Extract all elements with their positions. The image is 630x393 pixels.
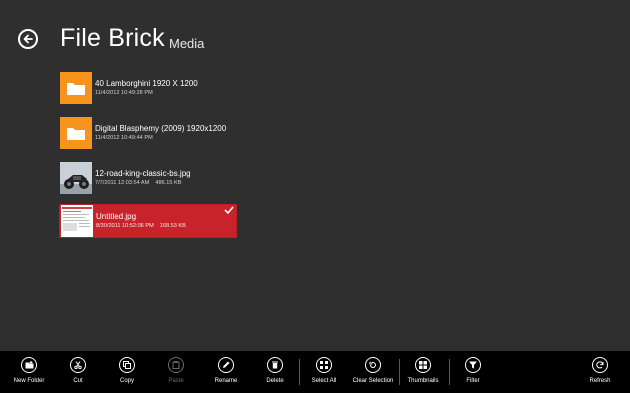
- file-name: 40 Lamborghini 1920 X 1200: [95, 78, 198, 88]
- filter-button[interactable]: Filter: [461, 351, 485, 393]
- motorcycle-thumbnail: [60, 162, 92, 194]
- app-bar-separator: [299, 359, 300, 385]
- cut-label: Cut: [73, 378, 83, 384]
- folder-icon: [60, 72, 92, 104]
- folder-icon: [60, 117, 92, 149]
- thumbnails-icon: [415, 357, 431, 373]
- new-folder-icon: [21, 357, 37, 373]
- file-size: 168.53 KB: [159, 222, 186, 229]
- app-bar: New Folder Cut Copy Paste Rename Delete: [0, 351, 630, 393]
- filter-icon: [465, 357, 481, 373]
- checkmark-icon: [224, 206, 234, 214]
- new-folder-button[interactable]: New Folder: [12, 351, 46, 393]
- scissors-icon: [70, 357, 86, 373]
- file-item-folder[interactable]: 40 Lamborghini 1920 X 1200 11/4/2012 10:…: [60, 72, 236, 104]
- app-title: File Brick: [60, 24, 165, 52]
- document-thumbnail: [61, 205, 93, 237]
- thumbnails-label: Thumbnails: [407, 378, 439, 384]
- app-bar-separator: [449, 359, 450, 385]
- thumbnails-button[interactable]: Thumbnails: [407, 351, 439, 393]
- pencil-icon: [218, 357, 234, 373]
- refresh-button[interactable]: Refresh: [586, 351, 614, 393]
- rename-button[interactable]: Rename: [212, 351, 240, 393]
- paste-label: Paste: [168, 378, 184, 384]
- filter-label: Filter: [466, 378, 480, 384]
- cut-button[interactable]: Cut: [66, 351, 90, 393]
- back-button[interactable]: [18, 29, 38, 49]
- paste-icon: [168, 357, 184, 373]
- delete-label: Delete: [266, 378, 284, 384]
- clear-selection-icon: [365, 357, 381, 373]
- file-date: 8/30/2011 10:52:06 PM: [96, 222, 154, 229]
- new-folder-label: New Folder: [13, 378, 45, 384]
- file-date: 7/7/2011 12:03:54 AM: [95, 179, 150, 186]
- select-all-label: Select All: [311, 378, 337, 384]
- copy-button[interactable]: Copy: [115, 351, 139, 393]
- file-date: 11/4/2012 10:49:28 PM: [95, 89, 153, 96]
- file-name: 12-road-king-classic-bs.jpg: [95, 168, 191, 178]
- arrow-left-icon: [23, 34, 33, 44]
- file-name: Untitled.jpg: [96, 211, 137, 221]
- trash-icon: [267, 357, 283, 373]
- file-size: 486.15 KB: [155, 179, 182, 186]
- grid-select-icon: [316, 357, 332, 373]
- refresh-label: Refresh: [589, 378, 611, 384]
- select-all-button[interactable]: Select All: [309, 351, 339, 393]
- delete-button[interactable]: Delete: [262, 351, 288, 393]
- file-item-image-selected[interactable]: Untitled.jpg 8/30/2011 10:52:06 PM 168.53…: [59, 204, 237, 238]
- file-item-image[interactable]: 12-road-king-classic-bs.jpg 7/7/2011 12:…: [60, 162, 236, 194]
- clear-selection-label: Clear Selection: [352, 378, 394, 384]
- location-subtitle: Media: [169, 36, 205, 51]
- copy-icon: [119, 357, 135, 373]
- paste-button[interactable]: Paste: [164, 351, 188, 393]
- file-date: 11/4/2012 10:49:44 PM: [95, 134, 153, 141]
- refresh-icon: [592, 357, 608, 373]
- app-bar-separator: [399, 359, 400, 385]
- rename-label: Rename: [214, 378, 238, 384]
- copy-label: Copy: [119, 378, 134, 384]
- file-item-folder[interactable]: Digital Blasphemy (2009) 1920x1200 11/4/…: [60, 117, 236, 149]
- clear-selection-button[interactable]: Clear Selection: [352, 351, 394, 393]
- file-name: Digital Blasphemy (2009) 1920x1200: [95, 123, 227, 133]
